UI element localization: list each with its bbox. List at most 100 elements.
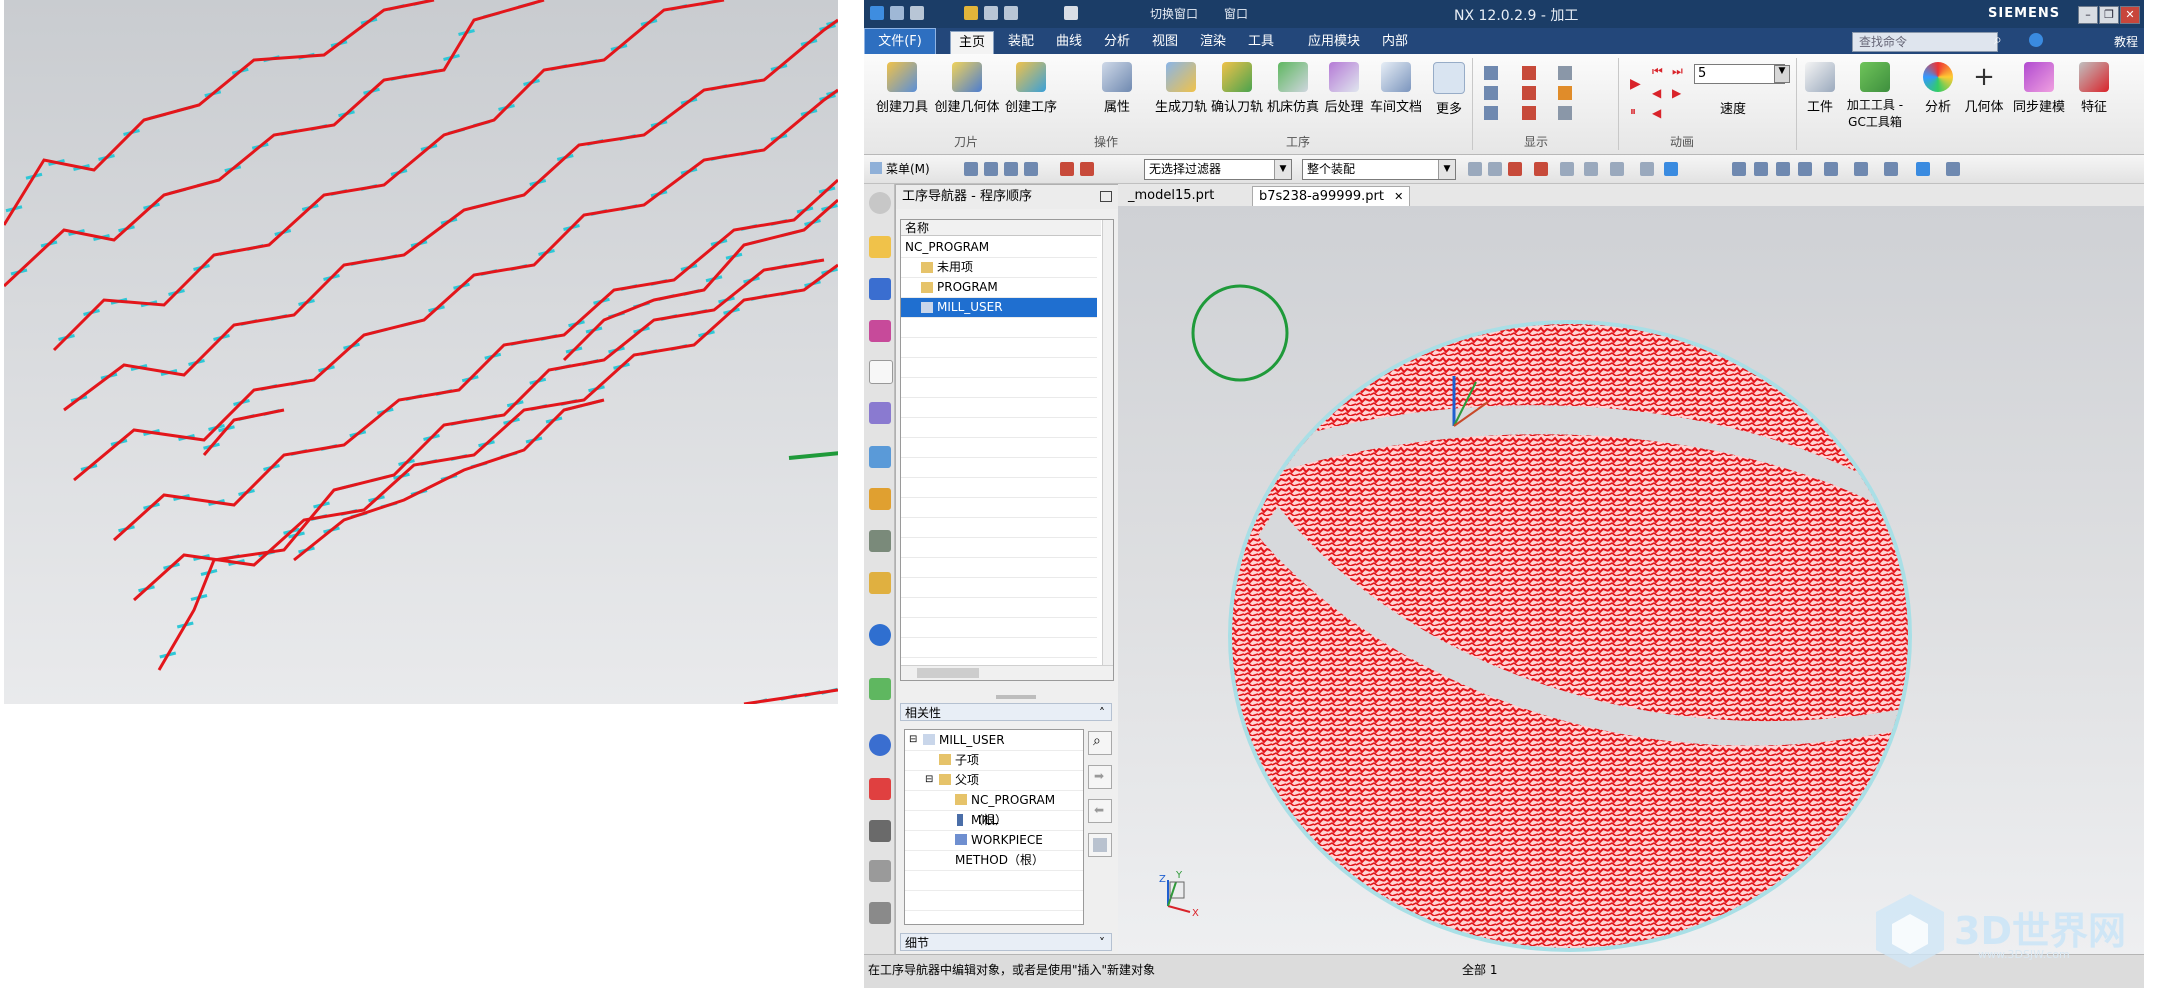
help-icon[interactable] [2029, 33, 2043, 47]
dep-row-nc-program[interactable]: NC_PROGRAM（根） [905, 790, 1083, 827]
select-icon[interactable] [964, 162, 978, 176]
display-grid-icon[interactable] [1484, 106, 1498, 120]
speed-dropdown-icon[interactable]: ▼ [1774, 65, 1790, 83]
collapse-icon[interactable]: ⊟ [925, 770, 933, 790]
next-button[interactable]: ➡ [1088, 765, 1112, 789]
forward-icon[interactable]: ▶ [1672, 86, 1681, 100]
box-select-icon[interactable] [1610, 162, 1624, 176]
pan-icon[interactable] [1798, 162, 1812, 176]
fixture-icon[interactable] [869, 860, 891, 882]
command-search-input[interactable]: 查找命令 [1852, 32, 1998, 52]
rotate-icon[interactable] [1776, 162, 1790, 176]
pause-icon[interactable]: ⏸ [1630, 104, 1636, 119]
type-filter-select[interactable]: 无选择过滤器 ▼ [1144, 159, 1292, 180]
filter-icon[interactable] [1080, 162, 1094, 176]
column-header-name[interactable]: 名称 [901, 220, 1101, 236]
select-geometry-icon[interactable] [1004, 162, 1018, 176]
attributes-button[interactable]: 属性 [1096, 62, 1138, 115]
window-layout-icon[interactable] [1064, 6, 1078, 20]
close-icon[interactable]: ✕ [1394, 190, 1403, 203]
more-button[interactable]: 更多 [1432, 62, 1466, 117]
stop-icon[interactable]: ◀ [1652, 106, 1661, 120]
tab-render[interactable]: 渲染 [1192, 31, 1234, 53]
cut-icon[interactable] [964, 6, 978, 20]
tree-row-program[interactable]: PROGRAM [901, 278, 1097, 298]
layer-tool-icon[interactable] [1558, 66, 1572, 80]
dependencies-header[interactable]: 相关性 ˄ [900, 703, 1112, 721]
arc-center-icon[interactable] [1584, 162, 1598, 176]
search-icon[interactable]: ⌕ [1994, 32, 2002, 48]
select-method-icon[interactable] [1024, 162, 1038, 176]
save-icon[interactable] [890, 6, 904, 20]
scroll-thumb[interactable] [917, 668, 979, 678]
machine-library-icon[interactable] [869, 902, 891, 924]
web-browser-icon[interactable] [869, 678, 891, 700]
tab-assembly[interactable]: 装配 [1000, 31, 1042, 53]
close-button[interactable]: ✕ [2120, 6, 2140, 24]
tab-analysis[interactable]: 分析 [1096, 31, 1138, 53]
section-icon[interactable] [1946, 162, 1960, 176]
tool-library-icon[interactable] [869, 820, 891, 842]
menu-button[interactable]: 菜单(M) [886, 160, 930, 177]
select-tree-icon[interactable] [984, 162, 998, 176]
assembly-navigator-icon[interactable] [869, 278, 891, 300]
copy-icon[interactable] [984, 6, 998, 20]
rewind-icon[interactable]: ◀ [1652, 86, 1661, 100]
dependency-options-button[interactable] [1088, 833, 1112, 857]
create-operation-button[interactable]: 创建工序 [1002, 62, 1060, 115]
paste-icon[interactable] [1004, 6, 1018, 20]
palette-icon[interactable] [869, 488, 891, 510]
tab-b7s238[interactable]: b7s238-a99999.prt ✕ [1252, 186, 1411, 207]
roles-icon[interactable] [869, 778, 891, 800]
geometry-button[interactable]: + 几何体 [1962, 62, 2006, 115]
help-label[interactable]: 教程 [2114, 33, 2138, 50]
shop-doc-button[interactable]: 车间文档 [1368, 62, 1424, 115]
fit-icon[interactable] [1732, 162, 1746, 176]
tab-model15[interactable]: _model15.prt [1122, 186, 1220, 206]
step-back-icon[interactable]: ⏮ [1652, 64, 1663, 79]
view-cube-icon[interactable] [1664, 162, 1678, 176]
dep-row-children[interactable]: 子项 [905, 750, 1083, 771]
create-tool-button[interactable]: 创建刀具 [874, 62, 930, 115]
restore-button[interactable]: ❐ [2099, 6, 2119, 24]
spline-tool-icon[interactable] [1522, 86, 1536, 100]
shaded-icon[interactable] [1916, 162, 1930, 176]
collapse-icon[interactable]: ⊟ [909, 730, 917, 750]
tab-tools[interactable]: 工具 [1240, 31, 1282, 53]
layer-icon[interactable] [1884, 162, 1898, 176]
dep-row-workpiece[interactable]: WORKPIECE [905, 830, 1083, 851]
end-point-icon[interactable] [1488, 162, 1502, 176]
machine-simulation-button[interactable]: 机床仿真 [1266, 62, 1320, 115]
chevron-up-icon[interactable]: ˄ [1099, 704, 1105, 722]
play-icon[interactable]: ▶ [1630, 76, 1641, 92]
workpiece-button[interactable]: 工件 [1800, 62, 1840, 115]
graphics-window[interactable]: Z X Y [1118, 206, 2144, 954]
undo-icon[interactable] [910, 6, 924, 20]
orient-view-icon[interactable] [1854, 162, 1868, 176]
gear-icon[interactable] [869, 192, 891, 214]
animation-speed-input[interactable]: 5 [1694, 64, 1785, 84]
tab-view[interactable]: 视图 [1144, 31, 1186, 53]
display-path-icon[interactable] [1484, 66, 1498, 80]
chevron-down-icon[interactable]: ˅ [1099, 934, 1105, 952]
dep-row-mill-user[interactable]: ⊟ MILL_USER [905, 730, 1083, 751]
snap-point-icon[interactable] [1468, 162, 1482, 176]
postprocess-button[interactable]: 后处理 [1322, 62, 1366, 115]
verify-path-button[interactable]: 确认刀轨 [1210, 62, 1264, 115]
color-tool-icon[interactable] [1558, 86, 1572, 100]
tab-application[interactable]: 应用模块 [1300, 31, 1368, 53]
window-menu-button[interactable]: 窗口 [1224, 5, 1248, 22]
minimize-button[interactable]: – [2078, 6, 2098, 24]
tree-row-unused[interactable]: 未用项 [901, 258, 1097, 278]
history-icon[interactable] [869, 734, 891, 756]
dep-row-method[interactable]: METHOD（根） [905, 850, 1083, 871]
dep-row-parents[interactable]: ⊟ 父项 [905, 770, 1083, 791]
tab-home[interactable]: 主页 [950, 31, 995, 55]
render-style-icon[interactable] [1824, 162, 1838, 176]
feature-button[interactable]: 特征 [2074, 62, 2114, 115]
visual-icon[interactable] [869, 530, 891, 552]
view-triad-icon[interactable] [1640, 162, 1654, 176]
display-list-icon[interactable] [1484, 86, 1498, 100]
tree-horizontal-scrollbar[interactable] [901, 665, 1113, 680]
tab-curve[interactable]: 曲线 [1048, 31, 1090, 53]
